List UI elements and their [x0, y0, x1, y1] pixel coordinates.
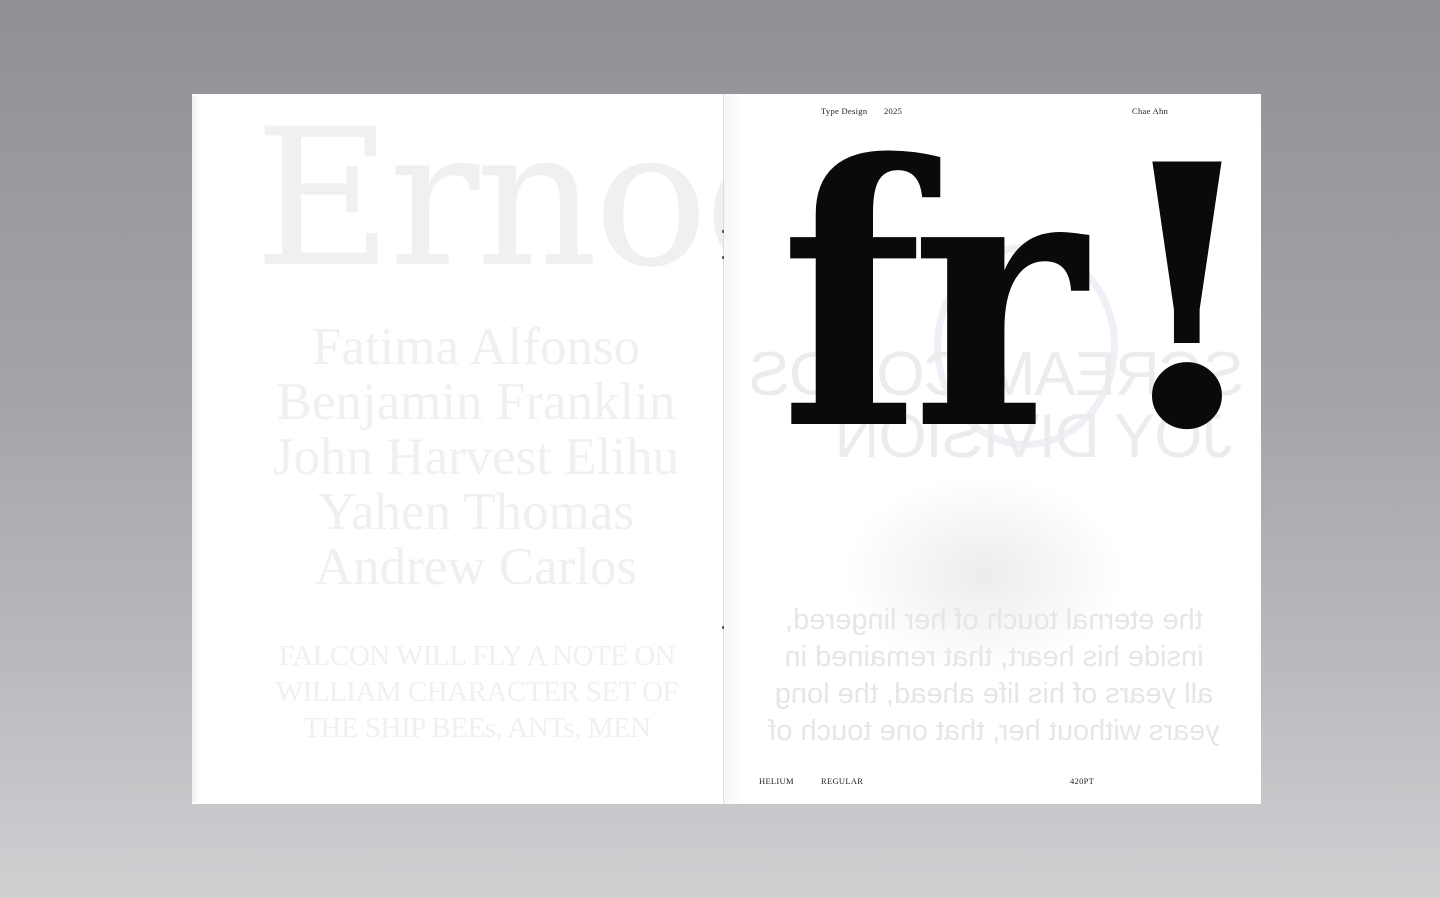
ghost-caps-line: THE SHIP BEEs, ANTs, MEN	[303, 712, 651, 744]
right-page: SCREAM CORDS JOY DIVISION the eternal to…	[724, 94, 1261, 804]
ghost-name-line: Yahen Thomas	[317, 483, 635, 541]
ghost-body-line: the eternal touch of her lingered,	[785, 604, 1203, 636]
footer-font-name: HELIUM	[759, 776, 794, 786]
ghost-name-list: Fatima Alfonso Benjamin Franklin John Ha…	[246, 320, 706, 595]
ghost-caps-line: FALCON WILL FLY A NOTE ON	[278, 640, 676, 672]
ghost-caps-line: WILLIAM CHARACTER SET OF	[275, 676, 679, 708]
ghost-body-line: years without her, that one touch of	[768, 715, 1220, 747]
ghost-body-line: all years of his life ahead, the long	[774, 678, 1214, 710]
footer-font-style: REGULAR	[821, 776, 864, 786]
open-magazine-spread: Ernoq Fatima Alfonso Benjamin Franklin J…	[192, 94, 1261, 804]
specimen-letters: fr	[780, 94, 1086, 509]
ghost-caps-block: FALCON WILL FLY A NOTE ON WILLIAM CHARAC…	[252, 638, 702, 746]
ghost-mirrored-body: the eternal touch of her lingered, insid…	[764, 602, 1224, 750]
ghost-name-line: Benjamin Franklin	[276, 373, 676, 431]
specimen-exclamation: !	[1104, 94, 1261, 509]
left-page: Ernoq Fatima Alfonso Benjamin Franklin J…	[192, 94, 724, 804]
ghost-name-line: John Harvest Elihu	[272, 428, 680, 486]
ghost-name-line: Fatima Alfonso	[311, 318, 641, 376]
ghost-name-line: Andrew Carlos	[314, 538, 638, 596]
page-stack-edge	[192, 96, 200, 802]
ghost-body-line: inside his heart, that remained in	[784, 641, 1204, 673]
footer-font-size: 420PT	[1070, 776, 1095, 786]
ghost-specimen-text: Ernoq	[254, 94, 724, 309]
